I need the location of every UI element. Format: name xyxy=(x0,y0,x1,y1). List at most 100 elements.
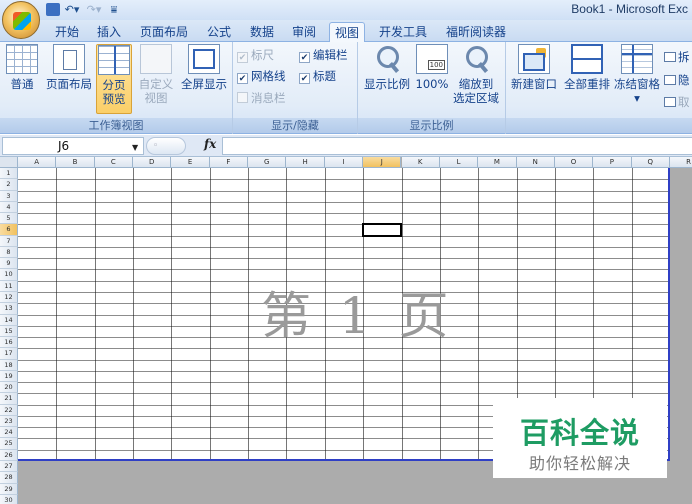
custom-views-button[interactable]: 自定义 视图 xyxy=(136,44,176,105)
row-header-8[interactable]: 8 xyxy=(0,246,18,259)
row-header-17[interactable]: 17 xyxy=(0,348,18,360)
row-header-3[interactable]: 3 xyxy=(0,190,18,202)
row-header-12[interactable]: 12 xyxy=(0,291,18,304)
group-workbook-views: 普通 页面布局 分页 预览 自定义 视图 全屏显示 工作簿视图 xyxy=(0,42,233,134)
column-header-c[interactable]: C xyxy=(94,157,134,168)
row-header-14[interactable]: 14 xyxy=(0,314,18,326)
tab-view[interactable]: 视图 xyxy=(329,22,365,42)
row-header-22[interactable]: 22 xyxy=(0,404,18,416)
column-header-a[interactable]: A xyxy=(18,157,57,168)
row-header-7[interactable]: 7 xyxy=(0,235,18,247)
hide-button[interactable]: 隐 xyxy=(664,72,690,88)
row-header-28[interactable]: 28 xyxy=(0,472,18,484)
row-header-4[interactable]: 4 xyxy=(0,201,18,214)
new-window-button[interactable]: 新建窗口 xyxy=(508,44,560,91)
page-layout-view-button[interactable]: 页面布局 xyxy=(44,44,94,91)
custom-views-label-2: 视图 xyxy=(144,91,168,105)
save-icon[interactable] xyxy=(46,3,60,16)
row-header-20[interactable]: 20 xyxy=(0,382,18,394)
headings-checkbox[interactable]: ✔ 标题 xyxy=(299,68,336,84)
zoom-100-button[interactable]: 100% xyxy=(414,44,450,91)
row-header-9[interactable]: 9 xyxy=(0,258,18,270)
formula-bar-toggle[interactable]: ◦ xyxy=(146,137,186,155)
group-label-workbook-views: 工作簿视图 xyxy=(0,118,232,133)
column-header-i[interactable]: I xyxy=(324,157,364,168)
select-all-corner[interactable] xyxy=(0,157,18,168)
gridlines-checkbox[interactable]: ✔ 网格线 xyxy=(237,68,286,84)
customize-qat-icon[interactable]: ⩸ xyxy=(106,2,122,18)
column-header-n[interactable]: N xyxy=(516,157,555,168)
row-header-5[interactable]: 5 xyxy=(0,213,18,225)
tab-insert[interactable]: 插入 xyxy=(90,22,128,42)
page-break-preview-button[interactable]: 分页 预览 xyxy=(96,44,132,114)
row-header-18[interactable]: 18 xyxy=(0,359,18,371)
magnifier-icon xyxy=(371,44,403,74)
full-screen-button[interactable]: 全屏显示 xyxy=(178,44,230,91)
tab-developer[interactable]: 开发工具 xyxy=(371,22,435,42)
name-box[interactable]: J6 xyxy=(2,137,144,155)
normal-view-button[interactable]: 普通 xyxy=(4,44,40,91)
unhide-button[interactable]: 取 xyxy=(664,94,690,110)
row-header-24[interactable]: 24 xyxy=(0,427,18,439)
column-header-l[interactable]: L xyxy=(439,157,479,168)
column-header-o[interactable]: O xyxy=(554,157,594,168)
column-header-k[interactable]: K xyxy=(401,157,440,168)
column-header-m[interactable]: M xyxy=(478,157,517,168)
split-button[interactable]: 拆 xyxy=(664,49,690,65)
zoom-button[interactable]: 显示比例 xyxy=(362,44,412,91)
row-header-27[interactable]: 27 xyxy=(0,461,18,473)
freeze-panes-button[interactable]: 冻结窗格 ▾ xyxy=(612,44,662,105)
zoom-100-icon xyxy=(416,44,448,74)
tab-home[interactable]: 开始 xyxy=(48,22,86,42)
row-header-10[interactable]: 10 xyxy=(0,269,18,281)
checkmark-icon: ✔ xyxy=(237,52,248,63)
tab-data[interactable]: 数据 xyxy=(243,22,281,42)
column-header-q[interactable]: Q xyxy=(631,157,670,168)
row-header-1[interactable]: 1 xyxy=(0,168,18,180)
group-window: 新建窗口 全部重排 冻结窗格 ▾ 拆 隐 取 xyxy=(506,42,692,134)
zoom-to-selection-button[interactable]: 缩放到 选定区域 xyxy=(450,44,502,105)
row-header-19[interactable]: 19 xyxy=(0,370,18,383)
column-header-e[interactable]: E xyxy=(171,157,210,168)
arrange-all-label: 全部重排 xyxy=(564,77,610,91)
office-button[interactable] xyxy=(2,1,40,39)
tab-foxit-reader[interactable]: 福昕阅读器 xyxy=(440,22,512,42)
unhide-label: 取 xyxy=(678,95,690,109)
normal-view-icon xyxy=(6,44,38,74)
tab-review[interactable]: 审阅 xyxy=(285,22,323,42)
row-header-26[interactable]: 26 xyxy=(0,449,18,462)
column-header-d[interactable]: D xyxy=(133,157,172,168)
column-header-b[interactable]: B xyxy=(56,157,95,168)
row-header-29[interactable]: 29 xyxy=(0,483,18,495)
column-header-h[interactable]: H xyxy=(286,157,325,168)
chevron-down-icon[interactable]: ▼ xyxy=(132,143,138,152)
row-header-2[interactable]: 2 xyxy=(0,179,18,191)
row-header-13[interactable]: 13 xyxy=(0,303,18,315)
undo-icon[interactable]: ↶▾ xyxy=(64,2,80,18)
message-bar-checkbox[interactable]: 消息栏 xyxy=(237,90,286,106)
row-header-16[interactable]: 16 xyxy=(0,337,18,349)
column-header-r[interactable]: R xyxy=(669,157,692,168)
row-header-6[interactable]: 6 xyxy=(0,224,18,236)
redo-icon[interactable]: ↷▾ xyxy=(86,2,102,18)
tab-page-layout[interactable]: 页面布局 xyxy=(134,22,194,42)
formula-input[interactable] xyxy=(222,137,692,155)
arrange-all-button[interactable]: 全部重排 xyxy=(562,44,612,91)
column-header-f[interactable]: F xyxy=(209,157,249,168)
formula-bar-checkbox[interactable]: ✔ 编辑栏 xyxy=(299,47,348,63)
column-header-j[interactable]: J xyxy=(363,157,402,168)
insert-function-icon[interactable]: fx xyxy=(204,137,216,151)
zoom-selection-icon xyxy=(460,44,492,74)
row-header-21[interactable]: 21 xyxy=(0,393,18,405)
row-header-11[interactable]: 11 xyxy=(0,280,18,292)
row-header-23[interactable]: 23 xyxy=(0,415,18,428)
active-cell-j6[interactable] xyxy=(362,223,403,237)
row-header-30[interactable]: 30 xyxy=(0,494,18,504)
badge-title: 百科全说 xyxy=(519,416,640,450)
ruler-checkbox[interactable]: ✔ 标尺 xyxy=(237,47,274,63)
column-header-p[interactable]: P xyxy=(593,157,632,168)
tab-formulas[interactable]: 公式 xyxy=(200,22,238,42)
row-header-25[interactable]: 25 xyxy=(0,438,18,450)
row-header-15[interactable]: 15 xyxy=(0,325,18,338)
column-header-g[interactable]: G xyxy=(248,157,287,168)
